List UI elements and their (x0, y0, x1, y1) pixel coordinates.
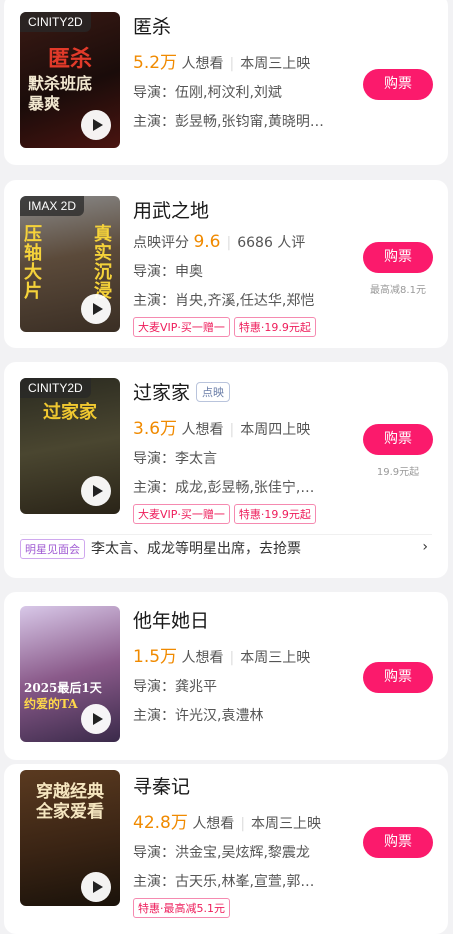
movie-title[interactable]: 他年她日 (133, 606, 348, 633)
promo-badge[interactable]: 大麦VIP·买一赠一 (133, 317, 230, 337)
promo-badge[interactable]: 大麦VIP·买一赠一 (133, 504, 230, 524)
movie-title-text: 过家家 (133, 382, 191, 404)
want-label: 人想看 (181, 650, 224, 666)
director-line: 导演：李太言 (133, 451, 217, 467)
movie-poster[interactable]: 2025最后1天 约爱的TA (20, 606, 120, 742)
play-icon[interactable] (81, 294, 111, 324)
want-line: 1.5万 人想看 | 本周三上映 (133, 647, 311, 667)
poster-art-text: 过家家 (43, 402, 97, 423)
release-date: 本周三上映 (240, 650, 311, 666)
promo-badge[interactable]: 特惠·19.9元起 (233, 504, 316, 524)
movie-title[interactable]: 过家家 点映 (133, 378, 348, 405)
format-badge: CINITY2D (20, 12, 91, 32)
buy-ticket-button[interactable]: 购票 (363, 827, 433, 858)
want-line: 3.6万 人想看 | 本周四上映 (133, 419, 311, 439)
movie-poster[interactable]: IMAX 2D 压轴大片 真实沉浸 (20, 196, 120, 332)
want-line: 5.2万 人想看 | 本周三上映 (133, 53, 311, 73)
cast-line: 主演：许光汉,袁澧林 (133, 708, 264, 724)
want-line: 42.8万 人想看 | 本周三上映 (133, 813, 322, 833)
cast-line: 主演：彭昱畅,张钧甯,黄晓明… (133, 114, 324, 130)
want-label: 人想看 (181, 422, 224, 438)
director-line: 导演：龚兆平 (133, 679, 217, 695)
release-date: 本周三上映 (240, 56, 311, 72)
discount-note: 最高减8.1元 (370, 285, 426, 296)
want-count: 5.2万 (133, 53, 178, 73)
cast-line: 主演：古天乐,林峯,宣萱,郭… (133, 874, 315, 890)
movie-card[interactable]: CINITY2D 过家家 过家家 点映 3.6万 人想看 | 本周四上映 导演：李太言… (4, 362, 448, 578)
rating-count: 6686 人评 (237, 235, 306, 251)
buy-ticket-button[interactable]: 购票 (363, 662, 433, 693)
play-icon[interactable] (81, 704, 111, 734)
buy-ticket-button[interactable]: 购票 (363, 242, 433, 273)
movie-title[interactable]: 寻秦记 (133, 772, 348, 799)
poster-art-text: 匿杀 (47, 46, 92, 72)
format-badge: CINITY2D (20, 378, 91, 398)
poster-art-text: 全家爱看 (36, 802, 104, 822)
poster-art-text: 压轴大片 (24, 224, 42, 302)
play-icon[interactable] (81, 476, 111, 506)
release-date: 本周四上映 (240, 422, 311, 438)
play-icon[interactable] (81, 110, 111, 140)
movie-poster[interactable]: 穿越经典 全家爱看 (20, 770, 120, 906)
star-meeting-badge: 明星见面会 (20, 539, 85, 559)
cast-line: 主演：成龙,彭昱畅,张佳宁,… (133, 480, 315, 496)
director-line: 导演：洪金宝,吴炫辉,黎震龙 (133, 845, 310, 861)
score-label: 点映评分 (133, 235, 189, 251)
movie-card[interactable]: 2025最后1天 约爱的TA 他年她日 1.5万 人想看 | 本周三上映 导演：龚兆… (4, 592, 448, 760)
poster-art-text: 真实沉浸 (94, 224, 112, 302)
director-line: 导演：伍刚,柯汶利,刘斌 (133, 85, 282, 101)
director-line: 导演：申奥 (133, 264, 203, 280)
movie-title[interactable]: 匿杀 (133, 12, 348, 39)
buy-ticket-button[interactable]: 购票 (363, 424, 433, 455)
movie-card[interactable]: CINITY2D 匿杀 默杀班底 暴爽 匿杀 5.2万 人想看 | 本周三上映 导演… (4, 0, 448, 165)
want-label: 人想看 (192, 816, 235, 832)
price-note: 19.9元起 (376, 467, 420, 478)
want-count: 1.5万 (133, 647, 178, 667)
buy-ticket-button[interactable]: 购票 (363, 69, 433, 100)
movie-card[interactable]: 穿越经典 全家爱看 寻秦记 42.8万 人想看 | 本周三上映 导演：洪金宝,吴炫辉… (4, 764, 448, 934)
poster-art-text: 2025最后1天 (24, 681, 102, 695)
want-count: 42.8万 (133, 813, 188, 833)
want-label: 人想看 (181, 56, 224, 72)
chevron-right-icon[interactable]: › (422, 539, 428, 555)
poster-art-text: 穿越经典 (36, 782, 104, 802)
movie-poster[interactable]: CINITY2D 过家家 (20, 378, 120, 514)
release-date: 本周三上映 (251, 816, 322, 832)
score-line: 点映评分 9.6 | 6686 人评 (133, 232, 306, 252)
movie-card[interactable]: IMAX 2D 压轴大片 真实沉浸 用武之地 点映评分 9.6 | 6686 人评 … (4, 180, 448, 348)
preview-tag: 点映 (196, 382, 231, 402)
want-count: 3.6万 (133, 419, 178, 439)
play-icon[interactable] (81, 872, 111, 902)
cast-line: 主演：肖央,齐溪,任达华,郑恺 (133, 293, 315, 309)
star-meeting-banner[interactable]: 明星见面会 李太言、成龙等明星出席，去抢票 › (20, 534, 432, 561)
movie-title[interactable]: 用武之地 (133, 196, 348, 223)
movie-poster[interactable]: CINITY2D 匿杀 默杀班底 暴爽 (20, 12, 120, 148)
score-value: 9.6 (193, 232, 221, 252)
format-badge: IMAX 2D (20, 196, 85, 216)
promo-badge[interactable]: 特惠·最高减5.1元 (133, 898, 230, 918)
promo-badge[interactable]: 特惠·19.9元起 (233, 317, 316, 337)
star-meeting-text: 李太言、成龙等明星出席，去抢票 (91, 541, 301, 557)
poster-art-text: 默杀班底 (28, 74, 93, 93)
